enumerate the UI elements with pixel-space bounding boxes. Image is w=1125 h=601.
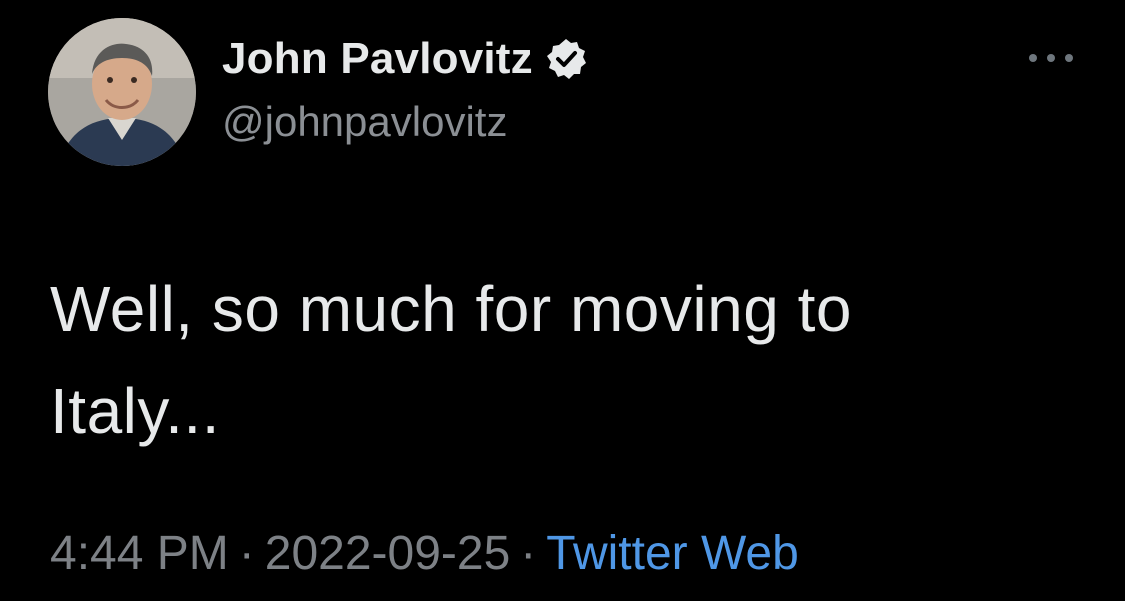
name-row: John Pavlovitz (222, 30, 589, 88)
more-dot (1047, 54, 1055, 62)
tweet-date[interactable]: 2022-09-25 (265, 527, 511, 580)
meta-separator: · (520, 527, 537, 580)
more-options-icon[interactable] (1029, 48, 1073, 68)
tweet-card: John Pavlovitz @johnpavlovitz Well, so m… (0, 0, 1125, 601)
avatar[interactable] (48, 18, 196, 166)
author-block: John Pavlovitz @johnpavlovitz (222, 30, 589, 146)
tweet-source-link[interactable]: Twitter Web (546, 527, 799, 580)
user-handle[interactable]: @johnpavlovitz (222, 98, 589, 146)
display-name[interactable]: John Pavlovitz (222, 34, 533, 84)
meta-separator: · (238, 527, 255, 580)
more-dot (1029, 54, 1037, 62)
verified-badge-icon (543, 36, 589, 82)
tweet-meta: 4:44 PM · 2022-09-25 · Twitter Web (50, 526, 799, 581)
more-dot (1065, 54, 1073, 62)
profile-photo-icon (48, 18, 196, 166)
tweet-time[interactable]: 4:44 PM (50, 527, 229, 580)
tweet-text: Well, so much for moving to Italy... (50, 273, 852, 448)
